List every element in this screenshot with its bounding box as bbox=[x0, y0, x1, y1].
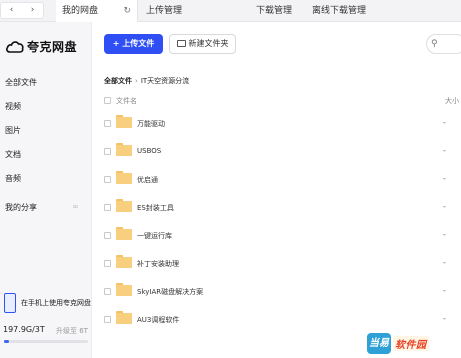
sidebar-item-documents[interactable]: 文档 bbox=[5, 149, 21, 160]
tab-label: 下载管理 bbox=[256, 6, 293, 16]
search-icon: ⚲ bbox=[431, 39, 438, 49]
search-input[interactable]: ⚲ bbox=[426, 34, 461, 54]
file-name: 优启通 bbox=[137, 176, 158, 184]
cloud-icon bbox=[6, 41, 24, 53]
history-nav: ‹ › bbox=[0, 2, 44, 19]
folder-icon bbox=[116, 115, 132, 128]
file-size: - bbox=[443, 146, 446, 155]
row-checkbox[interactable] bbox=[104, 316, 111, 323]
new-folder-label: 新建文件夹 bbox=[188, 39, 229, 48]
folder-icon bbox=[116, 227, 132, 240]
row-checkbox[interactable] bbox=[104, 176, 111, 183]
column-header-name[interactable]: 文件名 bbox=[116, 96, 137, 106]
folder-icon bbox=[116, 143, 132, 156]
file-name: USBOS bbox=[137, 147, 162, 155]
app-logo: 夸克网盘 bbox=[6, 38, 77, 55]
file-size: - bbox=[443, 174, 446, 183]
forward-button[interactable]: › bbox=[22, 3, 43, 18]
breadcrumb-current: IT天空资源分流 bbox=[140, 77, 190, 85]
row-checkbox[interactable] bbox=[104, 148, 111, 155]
folder-icon bbox=[116, 171, 132, 184]
sidebar-item-audio[interactable]: 音频 bbox=[5, 173, 21, 184]
back-button[interactable]: ‹ bbox=[1, 3, 22, 18]
promo-text: 在手机上使用夸克网盘 bbox=[21, 299, 91, 307]
file-name: 万能驱动 bbox=[137, 120, 165, 128]
file-row[interactable]: AU3调程软件 - bbox=[104, 306, 461, 334]
file-name: ES封装工具 bbox=[137, 204, 174, 212]
select-all-checkbox[interactable] bbox=[104, 97, 111, 104]
logo-text: 夸克网盘 bbox=[27, 40, 78, 54]
storage-bar bbox=[4, 340, 88, 343]
folder-icon bbox=[116, 311, 132, 324]
tab-bar: ‹ › 我的网盘 ↻ 上传管理 下载管理 离线下载管理 bbox=[0, 0, 461, 22]
file-size: - bbox=[443, 314, 446, 323]
tab-download-manager[interactable]: 下载管理 bbox=[250, 0, 306, 22]
file-row[interactable]: 补丁安装助理 - bbox=[104, 250, 461, 278]
file-row[interactable]: ES封装工具 - bbox=[104, 194, 461, 222]
folder-outline-icon bbox=[176, 40, 186, 47]
breadcrumb-root[interactable]: 全部文件 bbox=[104, 77, 132, 85]
upgrade-link[interactable]: 升级至 6T bbox=[56, 326, 88, 336]
row-checkbox[interactable] bbox=[104, 204, 111, 211]
tab-label: 离线下载管理 bbox=[312, 6, 367, 16]
sidebar-item-images[interactable]: 图片 bbox=[5, 125, 21, 136]
refresh-icon[interactable]: ↻ bbox=[123, 0, 131, 22]
file-row[interactable]: 万能驱动 - bbox=[104, 110, 461, 138]
file-size: - bbox=[443, 286, 446, 295]
tab-upload-manager[interactable]: 上传管理 bbox=[140, 0, 250, 22]
watermark-badge: 当易 bbox=[367, 333, 391, 354]
file-size: - bbox=[443, 202, 446, 211]
breadcrumb-separator: › bbox=[135, 77, 138, 85]
file-row[interactable]: 优启通 - bbox=[104, 166, 461, 194]
file-name: AU3调程软件 bbox=[137, 316, 180, 324]
site-watermark: 当易 软件园 bbox=[367, 333, 461, 354]
file-row[interactable]: SkyIAR磁盘解决方案 - bbox=[104, 278, 461, 306]
sidebar-item-video[interactable]: 视频 bbox=[5, 101, 21, 112]
row-checkbox[interactable] bbox=[104, 288, 111, 295]
folder-icon bbox=[116, 199, 132, 212]
tab-offline-download[interactable]: 离线下载管理 bbox=[306, 0, 406, 22]
file-list-header: 文件名 大小 bbox=[104, 95, 461, 109]
sidebar-item-my-shares[interactable]: 我的分享 bbox=[5, 202, 37, 213]
tab-my-drive[interactable]: 我的网盘 ↻ bbox=[56, 0, 138, 22]
new-folder-button[interactable]: 新建文件夹 bbox=[169, 34, 236, 54]
row-checkbox[interactable] bbox=[104, 232, 111, 239]
storage-bar-fill bbox=[4, 340, 10, 343]
watermark-text: 软件园 bbox=[393, 336, 429, 351]
file-name: 一键运行库 bbox=[137, 232, 172, 240]
upload-file-button[interactable]: + 上传文件 bbox=[104, 34, 163, 54]
file-size: - bbox=[443, 230, 446, 239]
folder-icon bbox=[116, 283, 132, 296]
column-header-size[interactable]: 大小 bbox=[445, 96, 459, 106]
row-checkbox[interactable] bbox=[104, 120, 111, 127]
sidebar-item-all-files[interactable]: 全部文件 bbox=[5, 77, 37, 88]
file-name: SkyIAR磁盘解决方案 bbox=[137, 288, 204, 296]
file-row[interactable]: USBOS - bbox=[104, 138, 461, 166]
sidebar: 夸克网盘 全部文件 视频 图片 文档 音频 我的分享 ∞ 在手机上使用夸克网盘 … bbox=[0, 22, 92, 358]
file-name: 补丁安装助理 bbox=[137, 260, 179, 268]
mobile-promo[interactable]: 在手机上使用夸克网盘 bbox=[4, 293, 91, 313]
file-row[interactable]: 一键运行库 - bbox=[104, 222, 461, 250]
row-checkbox[interactable] bbox=[104, 260, 111, 267]
tab-label: 我的网盘 bbox=[62, 6, 99, 16]
breadcrumb: 全部文件 › IT天空资源分流 bbox=[104, 76, 189, 86]
phone-icon bbox=[4, 293, 16, 313]
storage-usage: 197.9G/3T bbox=[3, 325, 45, 334]
share-link-icon: ∞ bbox=[72, 202, 79, 211]
tab-label: 上传管理 bbox=[146, 6, 183, 16]
file-size: - bbox=[443, 118, 446, 127]
folder-icon bbox=[116, 255, 132, 268]
file-size: - bbox=[443, 258, 446, 267]
